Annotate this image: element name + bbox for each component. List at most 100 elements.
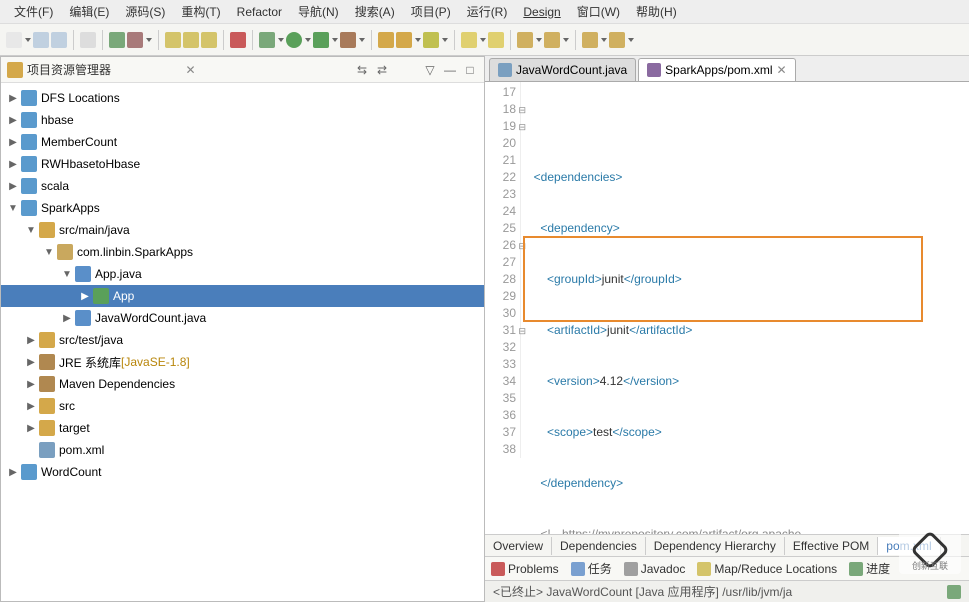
tab-close-icon[interactable]: ✕ xyxy=(777,63,787,77)
tree-node-dfs[interactable]: ▶DFS Locations xyxy=(1,87,484,109)
mapreduce-icon xyxy=(697,562,711,576)
project-tree[interactable]: ▶DFS Locations ▶hbase ▶MemberCount ▶RWHb… xyxy=(1,83,484,601)
coverage-dropdown[interactable] xyxy=(331,32,338,48)
minimize-icon[interactable]: — xyxy=(442,62,458,78)
tab-dependencies[interactable]: Dependencies xyxy=(552,537,646,555)
tree-node-scala[interactable]: ▶scala xyxy=(1,175,484,197)
tab-dep-hierarchy[interactable]: Dependency Hierarchy xyxy=(646,537,785,555)
tree-node-sparkapps[interactable]: ▼SparkApps xyxy=(1,197,484,219)
debug-icon[interactable] xyxy=(259,32,275,48)
new-class-dropdown[interactable] xyxy=(414,32,421,48)
search-icon[interactable] xyxy=(461,32,477,48)
collapse-all-icon[interactable]: ⇆ xyxy=(354,62,370,78)
next-annotation-icon[interactable] xyxy=(544,32,560,48)
tree-node-hbase[interactable]: ▶hbase xyxy=(1,109,484,131)
tree-node-jre[interactable]: ▶JRE 系统库 [JavaSE-1.8] xyxy=(1,351,484,373)
view-progress[interactable]: 进度 xyxy=(849,560,890,577)
view-menu-icon[interactable]: ▽ xyxy=(422,62,438,78)
open-type-dropdown[interactable] xyxy=(441,32,448,48)
run-icon[interactable] xyxy=(286,32,302,48)
status-text: <已终止> JavaWordCount [Java 应用程序] /usr/lib… xyxy=(493,583,792,600)
tree-node-rwh[interactable]: ▶RWHbasetoHbase xyxy=(1,153,484,175)
hadoop-icon[interactable] xyxy=(165,32,181,48)
search-dropdown[interactable] xyxy=(479,32,486,48)
coverage-icon[interactable] xyxy=(313,32,329,48)
toggle-mark-icon[interactable] xyxy=(488,32,504,48)
xml-file-icon xyxy=(647,63,661,77)
tree-node-membercount[interactable]: ▶MemberCount xyxy=(1,131,484,153)
ext-tools-icon[interactable] xyxy=(340,32,356,48)
new-icon[interactable] xyxy=(6,32,22,48)
tree-node-src-main-java[interactable]: ▼src/main/java xyxy=(1,219,484,241)
tree-node-wordcount[interactable]: ▶WordCount xyxy=(1,461,484,483)
menu-refactor-cn[interactable]: 重构(T) xyxy=(173,1,228,22)
maximize-icon[interactable]: □ xyxy=(462,62,478,78)
palette-dropdown[interactable] xyxy=(145,32,152,48)
close-x-icon[interactable]: ✕ xyxy=(185,63,195,77)
progress-icon xyxy=(849,562,863,576)
save-all-icon[interactable] xyxy=(51,32,67,48)
view-javadoc[interactable]: Javadoc xyxy=(624,562,686,576)
menu-source[interactable]: 源码(S) xyxy=(117,1,173,22)
tree-node-maven[interactable]: ▶Maven Dependencies xyxy=(1,373,484,395)
tree-node-jwc[interactable]: ▶JavaWordCount.java xyxy=(1,307,484,329)
new-class-icon[interactable] xyxy=(396,32,412,48)
menu-refactor[interactable]: Refactor xyxy=(229,3,290,21)
tab-overview[interactable]: Overview xyxy=(485,537,552,555)
code-editor[interactable]: 1718192021222324252627282930313233343536… xyxy=(485,82,969,534)
pom-editor-tabs: Overview Dependencies Dependency Hierarc… xyxy=(485,534,969,556)
run-dropdown[interactable] xyxy=(304,32,311,48)
tree-node-app-selected[interactable]: ▶App xyxy=(1,285,484,307)
main-area: 项目资源管理器 ✕ ⇆ ⇄ ▽ — □ ▶DFS Locations ▶hbas… xyxy=(0,56,969,602)
back-icon[interactable] xyxy=(582,32,598,48)
menu-edit[interactable]: 编辑(E) xyxy=(61,1,117,22)
view-tasks[interactable]: 任务 xyxy=(571,560,612,577)
ext-tools-dropdown[interactable] xyxy=(358,32,365,48)
forward-dropdown[interactable] xyxy=(627,32,634,48)
tree-node-app-java[interactable]: ▼App.java xyxy=(1,263,484,285)
tab-javawordcount[interactable]: JavaWordCount.java xyxy=(489,58,636,81)
editor-area: JavaWordCount.java SparkApps/pom.xml ✕ 1… xyxy=(485,56,969,602)
tree-node-pom[interactable]: pom.xml xyxy=(1,439,484,461)
menu-window[interactable]: 窗口(W) xyxy=(569,1,628,22)
save-icon[interactable] xyxy=(33,32,49,48)
palette-icon[interactable] xyxy=(127,32,143,48)
new-dropdown[interactable] xyxy=(24,32,31,48)
watermark-text: 创新互联 xyxy=(912,559,948,572)
back-dropdown[interactable] xyxy=(600,32,607,48)
menu-search[interactable]: 搜索(A) xyxy=(347,1,403,22)
view-problems[interactable]: Problems xyxy=(491,562,559,576)
menu-run[interactable]: 运行(R) xyxy=(459,1,516,22)
grid-icon[interactable] xyxy=(109,32,125,48)
open-type-icon[interactable] xyxy=(423,32,439,48)
menu-help[interactable]: 帮助(H) xyxy=(628,1,685,22)
link-editor-icon[interactable]: ⇄ xyxy=(374,62,390,78)
code-content[interactable]: <dependencies> <dependency> <groupId>jun… xyxy=(527,84,969,534)
editor-tabs: JavaWordCount.java SparkApps/pom.xml ✕ xyxy=(485,56,969,82)
forward-icon[interactable] xyxy=(609,32,625,48)
hbase-icon[interactable] xyxy=(183,32,199,48)
menu-design[interactable]: Design xyxy=(515,3,568,21)
prev-dropdown[interactable] xyxy=(535,32,542,48)
view-mapreduce[interactable]: Map/Reduce Locations xyxy=(697,562,837,576)
tree-node-pkg[interactable]: ▼com.linbin.SparkApps xyxy=(1,241,484,263)
hive-icon[interactable] xyxy=(201,32,217,48)
status-progress-icon[interactable] xyxy=(947,585,961,599)
menu-project[interactable]: 项目(P) xyxy=(403,1,459,22)
java-file-icon xyxy=(498,63,512,77)
tab-effective-pom[interactable]: Effective POM xyxy=(785,537,878,555)
views-bar: Problems 任务 Javadoc Map/Reduce Locations… xyxy=(485,556,969,580)
tab-pom-xml[interactable]: SparkApps/pom.xml ✕ xyxy=(638,58,795,81)
stop-icon[interactable] xyxy=(230,32,246,48)
tree-node-target[interactable]: ▶target xyxy=(1,417,484,439)
link-icon[interactable] xyxy=(80,32,96,48)
menu-file[interactable]: 文件(F) xyxy=(6,1,61,22)
next-dropdown[interactable] xyxy=(562,32,569,48)
menu-navigate[interactable]: 导航(N) xyxy=(290,1,347,22)
debug-dropdown[interactable] xyxy=(277,32,284,48)
new-pkg-icon[interactable] xyxy=(378,32,394,48)
problems-icon xyxy=(491,562,505,576)
prev-annotation-icon[interactable] xyxy=(517,32,533,48)
tree-node-src[interactable]: ▶src xyxy=(1,395,484,417)
tree-node-src-test-java[interactable]: ▶src/test/java xyxy=(1,329,484,351)
